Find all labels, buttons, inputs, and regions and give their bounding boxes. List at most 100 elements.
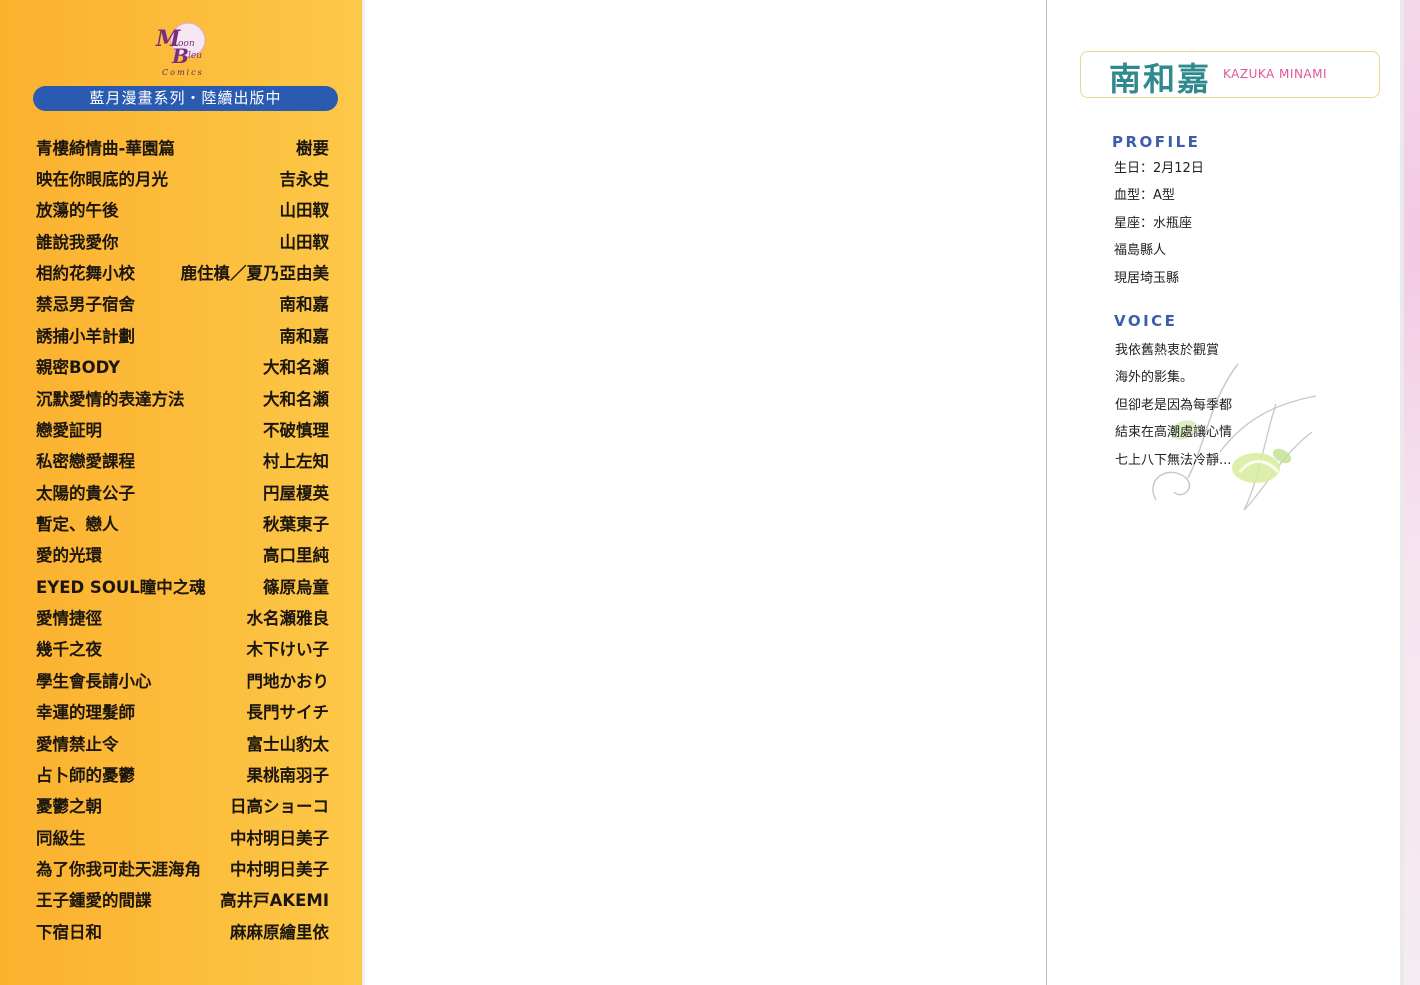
book-title: EYED SOUL瞳中之魂	[36, 577, 206, 597]
author-name-chinese: 南和嘉	[1109, 60, 1212, 98]
book-author: 高口里純	[263, 546, 329, 566]
book-author: 山田靫	[279, 201, 330, 221]
book-author: 大和名瀬	[263, 358, 329, 378]
list-item: 私密戀愛課程 村上左知	[36, 445, 329, 476]
list-item: 同級生 中村明日美子	[36, 821, 329, 852]
profile-item: 現居埼玉縣	[1114, 270, 1180, 286]
list-item: 為了你我可赴天涯海角 中村明日美子	[36, 852, 329, 883]
book-title: 幾千之夜	[36, 640, 102, 660]
book-title: 下宿日和	[36, 922, 102, 942]
logo-mark-b: B	[171, 44, 189, 68]
book-author: 大和名瀬	[263, 389, 329, 409]
voice-line: 我依舊熱衷於觀賞	[1115, 343, 1220, 358]
profile-list: 生日：2月12日 血型：A型星座：水瓶座 福島縣人現居埼玉縣	[1114, 155, 1204, 292]
profile-heading: PROFILE	[1112, 133, 1201, 151]
list-item: 幾千之夜 木下けい子	[36, 633, 329, 664]
author-name-box: 南和嘉 KAZUKA MINAMI	[1080, 51, 1380, 98]
list-item: 愛情禁止令 富士山豹太	[36, 727, 329, 758]
list-item: 放蕩的午後 山田靫	[36, 194, 329, 225]
book-title: 憂鬱之朝	[36, 797, 102, 817]
book-title: 學生會長請小心	[36, 671, 152, 691]
book-author: 南和嘉	[279, 326, 330, 346]
book-title: 戀愛証明	[36, 420, 102, 440]
book-title: 禁忌男子宿舍	[36, 295, 135, 315]
book-author: 南和嘉	[279, 295, 330, 315]
book-author: 不破慎理	[263, 420, 329, 440]
profile-item: 生日：2月12日	[1114, 161, 1204, 176]
book-author: 中村明日美子	[230, 828, 329, 848]
book-title: 占卜師的憂鬱	[36, 765, 135, 785]
page-divider	[1046, 0, 1047, 985]
book-title: 愛情禁止令	[36, 734, 119, 754]
book-author: 木下けい子	[246, 640, 330, 660]
page-gutter-shadow	[362, 0, 368, 985]
book-title: 誰說我愛你	[36, 232, 119, 252]
list-item: 誰說我愛你 山田靫	[36, 225, 329, 256]
book-author: 門地かおり	[246, 671, 330, 691]
list-item: 幸運的理髮師 長門サイチ	[36, 695, 329, 726]
book-title: 相約花舞小校	[36, 264, 135, 284]
book-title: 暫定、戀人	[36, 514, 119, 534]
book-title: 青樓綺情曲-華園篇	[36, 138, 175, 158]
book-title: 幸運的理髮師	[36, 703, 135, 723]
voice-line: 七上八下無法冷靜...	[1115, 452, 1232, 468]
list-item: 沉默愛情的表達方法 大和名瀬	[36, 382, 329, 413]
list-item: 王子鍾愛的間諜 高井戸AKEMI	[36, 884, 329, 915]
logo-word-leu: leu	[188, 51, 202, 61]
list-item: 禁忌男子宿舍 南和嘉	[36, 288, 329, 319]
book-author: 秋葉東子	[263, 514, 329, 534]
book-list: 青樓綺情曲-華園篇 樹要 映在你眼底的月光 吉永史 放蕩的午後 山田靫 誰說我愛你 山田靫 相約…	[36, 131, 329, 946]
list-item: 映在你眼底的月光 吉永史	[36, 162, 329, 193]
book-author: 鹿住槙／夏乃亞由美	[180, 264, 330, 284]
book-title: 太陽的貴公子	[36, 483, 135, 503]
voice-heading: VOICE	[1114, 312, 1178, 330]
book-author: 篠原烏童	[263, 577, 329, 597]
series-banner: 藍月漫畫系列・陸續出版中	[33, 86, 338, 111]
list-item: 下宿日和 麻麻原繪里依	[36, 915, 329, 946]
book-author: 水名瀬雅良	[246, 609, 330, 629]
book-title: 為了你我可赴天涯海角	[36, 859, 201, 879]
moon-bleu-comics-logo: M oon B leu Comics	[155, 22, 206, 77]
voice-line: 海外的影集。	[1115, 370, 1194, 386]
book-author: 樹要	[296, 138, 329, 158]
list-item: 青樓綺情曲-華園篇 樹要	[36, 131, 329, 162]
list-item: 誘捕小羊計劃 南和嘉	[36, 319, 329, 350]
book-author: 円屋榎英	[263, 483, 329, 503]
list-item: 暫定、戀人 秋葉東子	[36, 507, 329, 538]
list-item: 相約花舞小校 鹿住槙／夏乃亞由美	[36, 256, 329, 287]
book-title: 放蕩的午後	[36, 201, 119, 221]
book-author: 日高ショーコ	[230, 797, 329, 817]
list-item: EYED SOUL瞳中之魂 篠原烏童	[36, 570, 329, 601]
book-author: 高井戸AKEMI	[220, 891, 329, 911]
book-title: 親密BODY	[36, 358, 121, 378]
book-title: 王子鍾愛的間諜	[36, 891, 152, 911]
book-title: 同級生	[36, 828, 86, 848]
list-item: 占卜師的憂鬱 果桃南羽子	[36, 758, 329, 789]
book-author: 長門サイチ	[246, 703, 330, 723]
book-title: 愛情捷徑	[36, 609, 102, 629]
book-title: 映在你眼底的月光	[36, 170, 168, 190]
list-item: 戀愛証明 不破慎理	[36, 413, 329, 444]
profile-item: 福島縣人	[1114, 243, 1167, 259]
list-item: 親密BODY 大和名瀬	[36, 351, 329, 382]
book-list-panel: M oon B leu Comics 藍月漫畫系列・陸續出版中 青樓綺情曲-華園…	[0, 0, 362, 985]
list-item: 愛情捷徑 水名瀬雅良	[36, 601, 329, 632]
book-author: 吉永史	[279, 170, 330, 190]
book-author: 山田靫	[279, 232, 330, 252]
book-author: 中村明日美子	[230, 859, 329, 879]
book-title: 愛的光環	[36, 546, 102, 566]
list-item: 太陽的貴公子 円屋榎英	[36, 476, 329, 507]
voice-list: 我依舊熱衷於觀賞 海外的影集。但卻老是因為每季都 結束在高潮處讓心情 七上八下無法冷靜…	[1115, 337, 1232, 474]
book-title: 沉默愛情的表達方法	[36, 389, 185, 409]
book-title: 誘捕小羊計劃	[36, 326, 135, 346]
profile-item: 星座：水瓶座	[1114, 215, 1193, 231]
list-item: 學生會長請小心 門地かおり	[36, 664, 329, 695]
voice-line: 但卻老是因為每季都	[1115, 397, 1233, 413]
voice-line: 結束在高潮處讓心情	[1115, 425, 1233, 441]
book-author: 麻麻原繪里依	[230, 922, 329, 942]
author-name-romaji: KAZUKA MINAMI	[1223, 67, 1328, 81]
book-author: 富士山豹太	[246, 734, 330, 754]
list-item: 愛的光環 高口里純	[36, 539, 329, 570]
list-item: 憂鬱之朝 日高ショーコ	[36, 790, 329, 821]
profile-item: 血型：A型	[1114, 188, 1175, 204]
